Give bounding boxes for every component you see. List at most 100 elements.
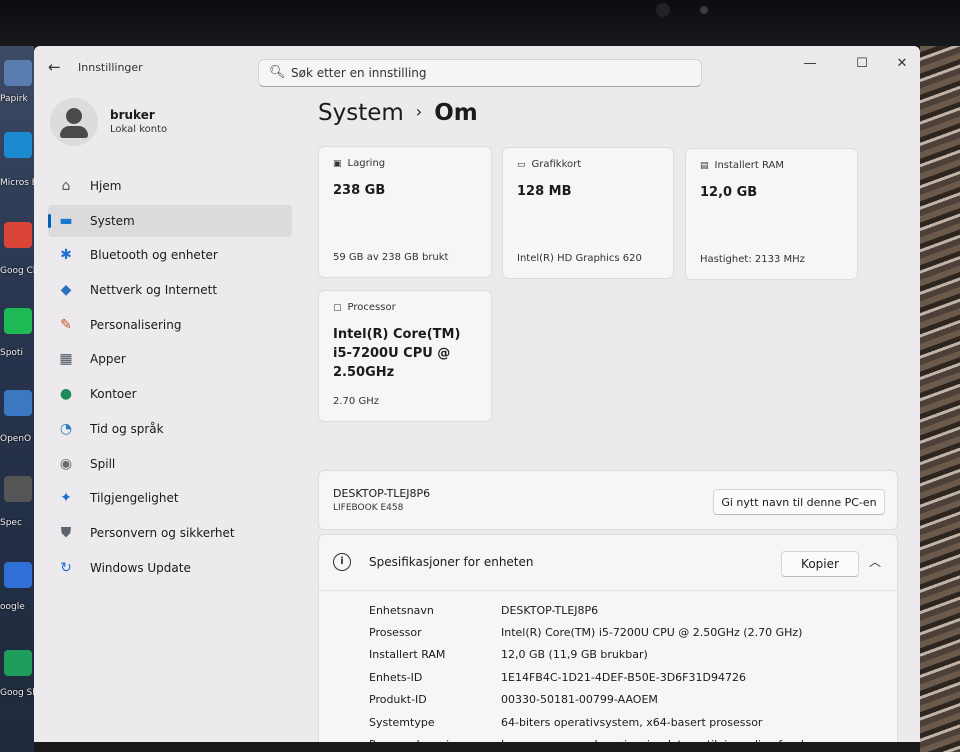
storage-card-header: ▣ Lagring: [333, 158, 385, 169]
google-docs-icon[interactable]: [4, 562, 32, 588]
brush-icon: ✎: [60, 316, 72, 333]
search-box[interactable]: 🔍︎: [258, 59, 702, 87]
close-button[interactable]: ✕: [892, 56, 912, 71]
app-title: Innstillinger: [78, 61, 143, 74]
shield-icon: ⛊: [60, 524, 72, 541]
spec-value: 1E14FB4C-1D21-4DEF-B50E-3D6F31D94726: [501, 670, 746, 684]
spec-row: Enhetsnavn DESKTOP-TLEJ8P6: [369, 599, 831, 621]
graphics-value: 128 MB: [517, 184, 572, 199]
sidebar-item-label: Bluetooth og enheter: [90, 248, 218, 263]
storage-card[interactable]: ▣ Lagring 238 GB 59 GB av 238 GB brukt: [318, 146, 492, 278]
desktop-label: OpenO 4.1.1: [0, 434, 34, 444]
spec-row: Prosessor Intel(R) Core(TM) i5-7200U CPU …: [369, 621, 831, 643]
google-sheets-icon[interactable]: [4, 650, 32, 676]
desktop-label: Spec: [0, 518, 22, 528]
sidebar-nav: ⌂ Hjem ▬ System ✱ Bluetooth og enheter ◆ Nettve…: [48, 170, 292, 586]
home-icon: ⌂: [61, 178, 71, 194]
spec-value: Intel(R) Core(TM) i5-7200U CPU @ 2.50GHz…: [501, 626, 803, 640]
desktop-background-right: [920, 46, 960, 752]
spec-row: Systemtype 64-biters operativsystem, x64-…: [369, 711, 831, 733]
sidebar-item-label: System: [90, 213, 135, 228]
graphics-card[interactable]: ▭ Grafikkort 128 MB Intel(R) HD Graphics …: [502, 147, 674, 279]
sidebar-item-label: Windows Update: [90, 560, 191, 575]
globe-clock-icon: ◔: [59, 420, 73, 437]
bezel-sensor: [656, 3, 670, 17]
speccy-icon[interactable]: [4, 476, 32, 502]
sidebar-item-windows-update[interactable]: ↻ Windows Update: [48, 552, 292, 584]
search-input[interactable]: [291, 64, 691, 82]
sidebar-item-system[interactable]: ▬ System: [48, 204, 292, 237]
sidebar-item-gaming[interactable]: ◉ Spill: [48, 448, 292, 480]
ram-card-header: ▤ Installert RAM: [700, 160, 784, 171]
sidebar-item-apps[interactable]: ▦ Apper: [48, 343, 292, 375]
spec-key: Produkt-ID: [369, 693, 427, 707]
spec-row: Produkt-ID 00330-50181-00799-AAOEM: [369, 689, 831, 711]
back-arrow-icon[interactable]: ←: [48, 58, 61, 76]
maximize-button[interactable]: ☐: [852, 56, 872, 71]
openoffice-icon[interactable]: [4, 390, 32, 416]
device-model: LIFEBOOK E458: [333, 503, 404, 513]
desktop-label: Goog Shee: [0, 688, 34, 698]
sidebar-item-personalization[interactable]: ✎ Personalisering: [48, 309, 292, 341]
sidebar-item-home[interactable]: ⌂ Hjem: [48, 170, 292, 202]
person-icon: ●: [59, 386, 73, 403]
webcam: [700, 6, 708, 14]
spec-row: Penn og berøringIngen penne- og berøring…: [369, 733, 831, 742]
rename-pc-button[interactable]: Gi nytt navn til denne PC-en: [713, 489, 885, 515]
spec-value: 64-biters operativsystem, x64-basert pro…: [501, 715, 763, 729]
avatar[interactable]: [50, 98, 98, 146]
ram-card[interactable]: ▤ Installert RAM 12,0 GB Hastighet: 2133 …: [685, 148, 858, 280]
ram-speed: Hastighet: 2133 MHz: [700, 254, 805, 265]
graphics-label: Grafikkort: [531, 159, 582, 170]
wifi-icon: ◆: [60, 282, 72, 299]
chrome-icon[interactable]: [4, 222, 32, 248]
processor-card[interactable]: ▢ Processor Intel(R) Core(TM) i5-7200U CP…: [318, 290, 492, 422]
graphics-icon: ▭: [517, 160, 526, 170]
sidebar-item-privacy[interactable]: ⛊ Personvern og sikkerhet: [48, 517, 292, 549]
spec-row: Installert RAM 12,0 GB (11,9 GB brukbar): [369, 644, 831, 666]
copy-button[interactable]: Kopier: [781, 551, 859, 577]
avatar-body: [60, 126, 88, 138]
processor-icon: ▢: [333, 303, 342, 313]
sidebar-item-label: Personalisering: [90, 317, 182, 332]
spec-key: Enhetsnavn: [369, 603, 434, 617]
sidebar-item-label: Hjem: [90, 179, 122, 193]
desktop-label: oogle: [0, 602, 25, 612]
sidebar-item-label: Tid og språk: [90, 421, 164, 436]
desktop-label: Spoti: [0, 348, 23, 358]
desktop-label: Goog Chron: [0, 266, 34, 276]
minimize-button[interactable]: —: [800, 56, 820, 71]
sidebar-item-time-language[interactable]: ◔ Tid og språk: [48, 413, 292, 445]
chevron-up-icon[interactable]: ︿: [869, 553, 881, 570]
specs-header[interactable]: i Spesifikasjoner for enheten Kopier ︿: [319, 535, 897, 591]
spec-key: Prosessor: [369, 626, 422, 640]
device-specifications: i Spesifikasjoner for enheten Kopier ︿ E…: [318, 534, 898, 742]
user-account-type: Lokal konto: [110, 124, 168, 135]
desktop-label: Papirk: [0, 94, 28, 104]
recycle-bin-icon[interactable]: [4, 60, 32, 86]
apps-icon: ▦: [59, 351, 73, 368]
bluetooth-icon: ✱: [60, 247, 72, 264]
sidebar-item-label: Tilgjengelighet: [90, 491, 179, 506]
spec-key: Systemtype: [369, 715, 435, 729]
sidebar-item-accessibility[interactable]: ✦ Tilgjengelighet: [48, 482, 292, 514]
title-bar: ← Innstillinger 🔍︎ — ☐ ✕: [34, 46, 920, 90]
spec-value: 12,0 GB (11,9 GB brukbar): [501, 648, 648, 662]
breadcrumb-parent[interactable]: System: [318, 100, 404, 126]
chevron-right-icon: ›: [415, 102, 423, 121]
monitor-bezel: [0, 0, 960, 46]
sidebar-item-network[interactable]: ◆ Nettverk og Internett: [48, 274, 292, 306]
processor-value-line: Intel(R) Core(TM): [333, 327, 461, 342]
sidebar-item-accounts[interactable]: ● Kontoer: [48, 378, 292, 410]
spotify-icon[interactable]: [4, 308, 32, 334]
sidebar-item-bluetooth[interactable]: ✱ Bluetooth og enheter: [48, 239, 292, 271]
processor-value-line: 2.50GHz: [333, 365, 395, 380]
update-icon: ↻: [60, 559, 72, 576]
edge-icon[interactable]: [4, 132, 32, 158]
ram-icon: ▤: [700, 161, 709, 171]
spec-rows: Enhetsnavn DESKTOP-TLEJ8P6 Prosessor Intel(…: [369, 599, 831, 742]
page-title: Om: [434, 100, 478, 126]
ram-value: 12,0 GB: [700, 185, 758, 200]
sidebar-item-label: Kontoer: [90, 387, 137, 402]
processor-value: Intel(R) Core(TM) i5-7200U CPU @ 2.50GHz: [333, 325, 460, 382]
